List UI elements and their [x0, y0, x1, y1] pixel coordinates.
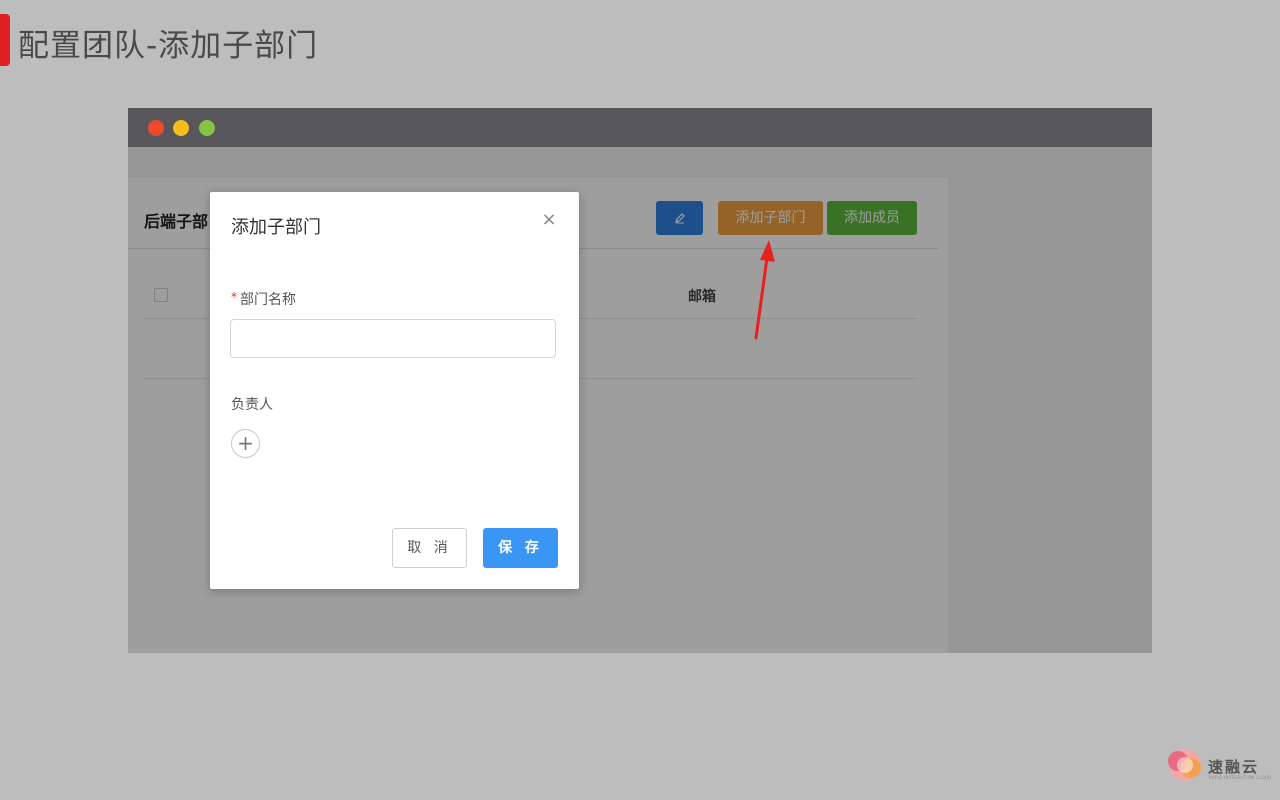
- minimize-window-button[interactable]: [173, 120, 189, 136]
- add-sub-department-dialog: 添加子部门 × * 部门名称 负责人 + 取 消 保 存: [210, 192, 579, 589]
- slide-title: 配置团队-添加子部门: [18, 28, 319, 64]
- cancel-button[interactable]: 取 消: [392, 528, 467, 568]
- brand-name: 速融云: [1208, 758, 1260, 776]
- maximize-window-button[interactable]: [199, 120, 215, 136]
- slide-accent-bar: [0, 14, 10, 66]
- brand-tagline: RAPID INTEGRATION CLOUD: [1209, 775, 1272, 780]
- owner-label: 负责人: [231, 397, 273, 413]
- department-name-label: 部门名称: [240, 292, 296, 308]
- required-mark: *: [231, 290, 237, 304]
- department-name-input[interactable]: [230, 319, 556, 358]
- dialog-title: 添加子部门: [231, 217, 321, 238]
- close-window-button[interactable]: [148, 120, 164, 136]
- add-owner-plus-icon[interactable]: +: [231, 429, 260, 458]
- brand-logo-icon: [1168, 749, 1201, 781]
- save-button[interactable]: 保 存: [483, 528, 558, 568]
- window-titlebar: [128, 108, 1152, 147]
- close-icon[interactable]: ×: [541, 211, 557, 229]
